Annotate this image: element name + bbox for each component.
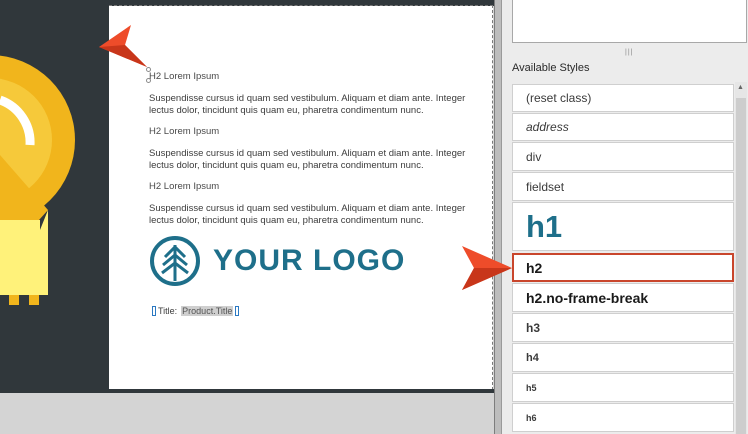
tag-start-marker[interactable] <box>152 306 156 316</box>
style-item-label: h5 <box>526 382 537 393</box>
style-item-address[interactable]: address <box>512 113 734 141</box>
style-item-h2-no-frame-break[interactable]: h2.no-frame-break <box>512 283 734 312</box>
pine-tree-icon <box>150 236 200 286</box>
style-item-label: h6 <box>526 412 537 423</box>
style-item-label: h2.no-frame-break <box>526 289 649 306</box>
page-boundary-top <box>109 5 493 6</box>
logo[interactable]: YOUR LOGO <box>149 235 405 287</box>
style-item-label: (reset class) <box>526 91 592 105</box>
scrollbar-thumb[interactable] <box>736 98 746 434</box>
styles-panel: ||| Available Styles (reset class) addre… <box>502 0 748 434</box>
title-variable[interactable]: Product.Title <box>181 306 234 316</box>
available-styles-label: Available Styles <box>512 62 590 74</box>
editor-bottom-area <box>0 393 494 434</box>
side-illustration <box>0 5 109 389</box>
chevron-up-icon[interactable]: ▲ <box>737 84 744 91</box>
panel-splitter[interactable] <box>494 0 502 434</box>
page-boundary-right <box>492 5 493 390</box>
doc-heading[interactable]: H2 Lorem Ipsum <box>149 181 219 193</box>
style-item-div[interactable]: div <box>512 142 734 171</box>
title-variable-field[interactable]: Title: Product.Title <box>150 306 241 316</box>
tag-end-marker[interactable] <box>235 306 240 316</box>
style-item-label: address <box>526 120 569 134</box>
style-item-label: div <box>526 149 542 164</box>
editor-area[interactable]: H2 Lorem Ipsum Suspendisse cursus id qua… <box>0 0 494 434</box>
style-item-h3[interactable]: h3 <box>512 313 734 342</box>
callout-arrow-icon <box>462 246 512 290</box>
document-page[interactable] <box>109 6 493 390</box>
style-item-label: fieldset <box>526 179 565 194</box>
style-item-h1[interactable]: h1 <box>512 202 734 251</box>
logo-text: YOUR LOGO <box>213 244 406 277</box>
doc-paragraph[interactable]: Suspendisse cursus id quam sed vestibulu… <box>149 148 474 172</box>
doc-paragraph[interactable]: Suspendisse cursus id quam sed vestibulu… <box>149 93 474 117</box>
style-item-h6[interactable]: h6 <box>512 403 734 432</box>
lightbulb-illustration-icon <box>0 55 75 305</box>
doc-paragraph[interactable]: Suspendisse cursus id quam sed vestibulu… <box>149 203 474 227</box>
style-item-reset-class[interactable]: (reset class) <box>512 84 734 112</box>
title-label: Title: <box>158 306 178 316</box>
style-item-label: h3 <box>526 320 541 335</box>
styles-scrollbar[interactable]: ▲ <box>735 82 747 434</box>
style-item-label: h1 <box>526 208 563 244</box>
style-item-label: h4 <box>526 351 539 364</box>
upper-panel-box <box>512 0 747 43</box>
style-item-label: h2 <box>526 259 543 276</box>
style-item-h2[interactable]: h2 <box>512 253 734 282</box>
style-item-h4[interactable]: h4 <box>512 343 734 372</box>
style-item-fieldset[interactable]: fieldset <box>512 172 734 201</box>
styles-list: (reset class) address div fieldset h1 h2… <box>512 82 734 434</box>
callout-arrow-icon <box>99 25 147 67</box>
resize-grip[interactable]: ||| <box>625 49 633 56</box>
style-item-h5[interactable]: h5 <box>512 373 734 402</box>
doc-heading[interactable]: H2 Lorem Ipsum <box>149 126 219 138</box>
doc-heading[interactable]: H2 Lorem Ipsum <box>149 71 219 83</box>
